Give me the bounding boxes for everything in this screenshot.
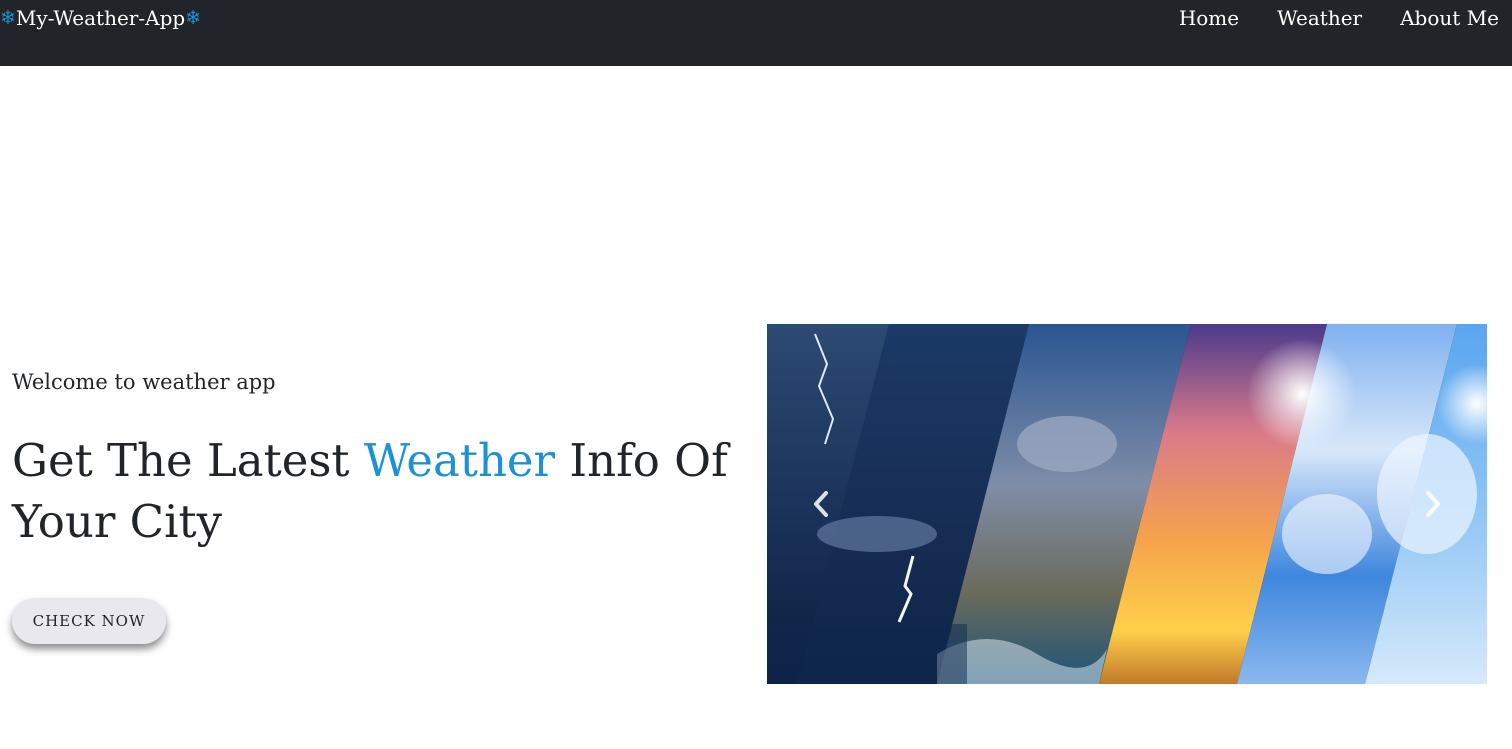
check-now-button[interactable]: CHECK NOW: [12, 598, 166, 644]
top-navbar: ❄ My-Weather-App ❄ Home Weather About Me: [0, 0, 1512, 66]
weather-carousel[interactable]: [767, 324, 1487, 684]
snowflake-icon: ❄: [185, 6, 202, 29]
chevron-right-icon: [1426, 491, 1440, 517]
headline-text-start: Get The Latest: [12, 434, 364, 487]
carousel-next-button[interactable]: [1413, 484, 1453, 524]
carousel-prev-button[interactable]: [801, 484, 841, 524]
brand-logo[interactable]: ❄ My-Weather-App ❄: [0, 6, 201, 30]
nav-link-about-me[interactable]: About Me: [1381, 6, 1499, 30]
nav-link-weather[interactable]: Weather: [1258, 6, 1381, 30]
snowflake-icon: ❄: [0, 6, 16, 29]
brand-name: My-Weather-App: [15, 6, 186, 30]
nav-links: Home Weather About Me: [1160, 6, 1499, 30]
welcome-subtitle: Welcome to weather app: [12, 370, 276, 394]
chevron-left-icon: [814, 491, 828, 517]
hero-headline: Get The Latest Weather Info Of Your City: [12, 430, 742, 552]
carousel-image: [767, 324, 1487, 684]
headline-accent: Weather: [363, 434, 556, 487]
nav-link-home[interactable]: Home: [1160, 6, 1258, 30]
